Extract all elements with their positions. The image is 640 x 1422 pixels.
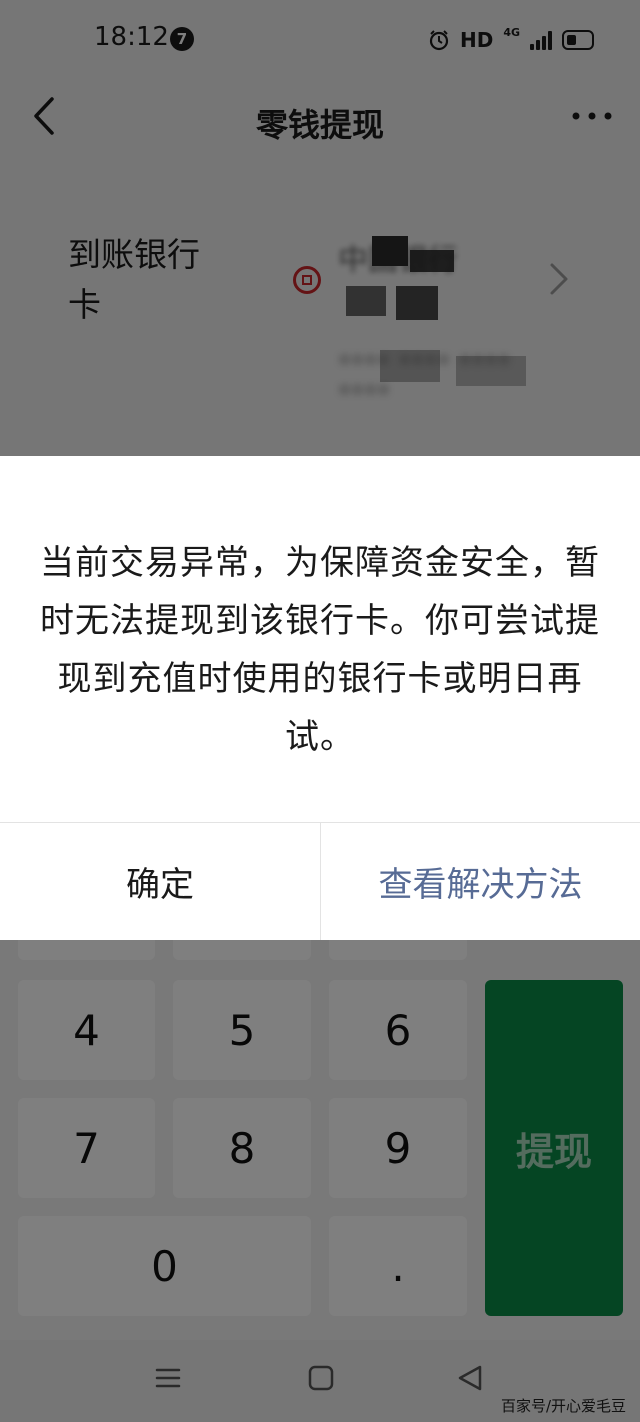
confirm-button[interactable]: 确定 [0, 823, 320, 940]
alert-dialog: 当前交易异常，为保障资金安全，暂时无法提现到该银行卡。你可尝试提现到充值时使用的… [0, 456, 640, 940]
view-solution-button[interactable]: 查看解决方法 [321, 823, 640, 940]
dialog-message: 当前交易异常，为保障资金安全，暂时无法提现到该银行卡。你可尝试提现到充值时使用的… [40, 543, 600, 757]
